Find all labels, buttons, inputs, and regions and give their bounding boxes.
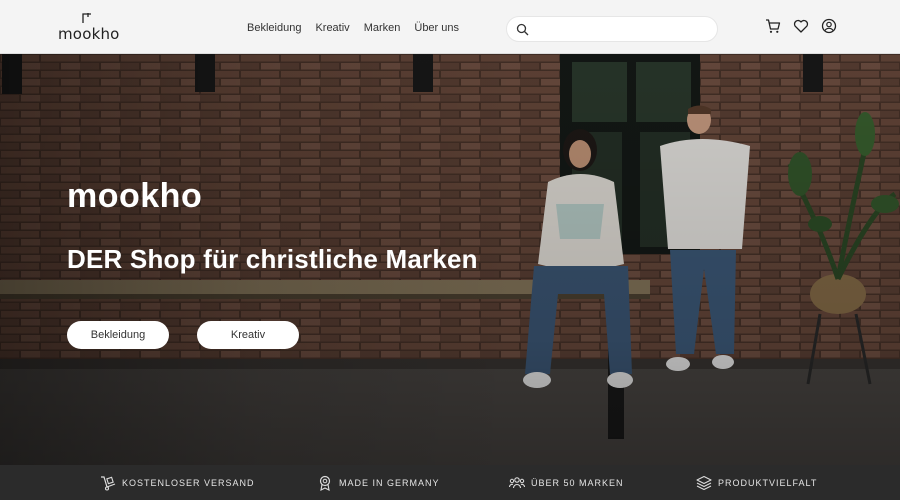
search-icon[interactable]: [516, 23, 529, 36]
usp-item-made-in-germany: MADE IN GERMANY: [317, 475, 440, 491]
layers-icon: [696, 475, 712, 491]
usp-label: PRODUKTVIELFALT: [718, 478, 818, 488]
nav-item-ueber-uns[interactable]: Über uns: [414, 22, 459, 34]
cart-icon[interactable]: [765, 18, 781, 34]
usp-item-shipping: KOSTENLOSER VERSAND: [100, 475, 255, 491]
award-badge-icon: [319, 475, 331, 491]
heart-icon[interactable]: [793, 18, 809, 34]
hero-subtitle: DER Shop für christliche Marken: [67, 244, 478, 274]
search-input[interactable]: [537, 21, 707, 39]
usp-label: ÜBER 50 MARKEN: [531, 478, 624, 488]
nav-item-bekleidung[interactable]: Bekleidung: [247, 22, 301, 34]
bekleidung-button[interactable]: Bekleidung: [67, 321, 169, 349]
logo-mark-icon: [82, 13, 91, 23]
logo-text: mookho: [58, 25, 120, 43]
usp-label: KOSTENLOSER VERSAND: [122, 478, 255, 488]
hero-title: mookho: [67, 177, 203, 215]
kreativ-button[interactable]: Kreativ: [197, 321, 299, 349]
hand-truck-icon: [101, 476, 116, 491]
usp-bar: KOSTENLOSER VERSAND MADE IN GERMANY ÜBER…: [0, 465, 900, 500]
site-header: mookho Bekleidung Kreativ Marken Über un…: [0, 0, 900, 54]
main-nav: Bekleidung Kreativ Marken Über uns: [247, 22, 459, 34]
usp-label: MADE IN GERMANY: [339, 478, 440, 488]
header-actions: [765, 18, 837, 34]
nav-item-marken[interactable]: Marken: [364, 22, 401, 34]
usp-item-variety: PRODUKTVIELFALT: [696, 475, 817, 491]
hero-banner: mookho DER Shop für christliche Marken B…: [0, 54, 900, 465]
search-bar[interactable]: [506, 16, 718, 42]
usp-item-brands: ÜBER 50 MARKEN: [509, 475, 624, 491]
user-icon[interactable]: [821, 18, 837, 34]
logo[interactable]: mookho: [58, 12, 120, 44]
users-group-icon: [509, 477, 525, 489]
nav-item-kreativ[interactable]: Kreativ: [315, 22, 349, 34]
